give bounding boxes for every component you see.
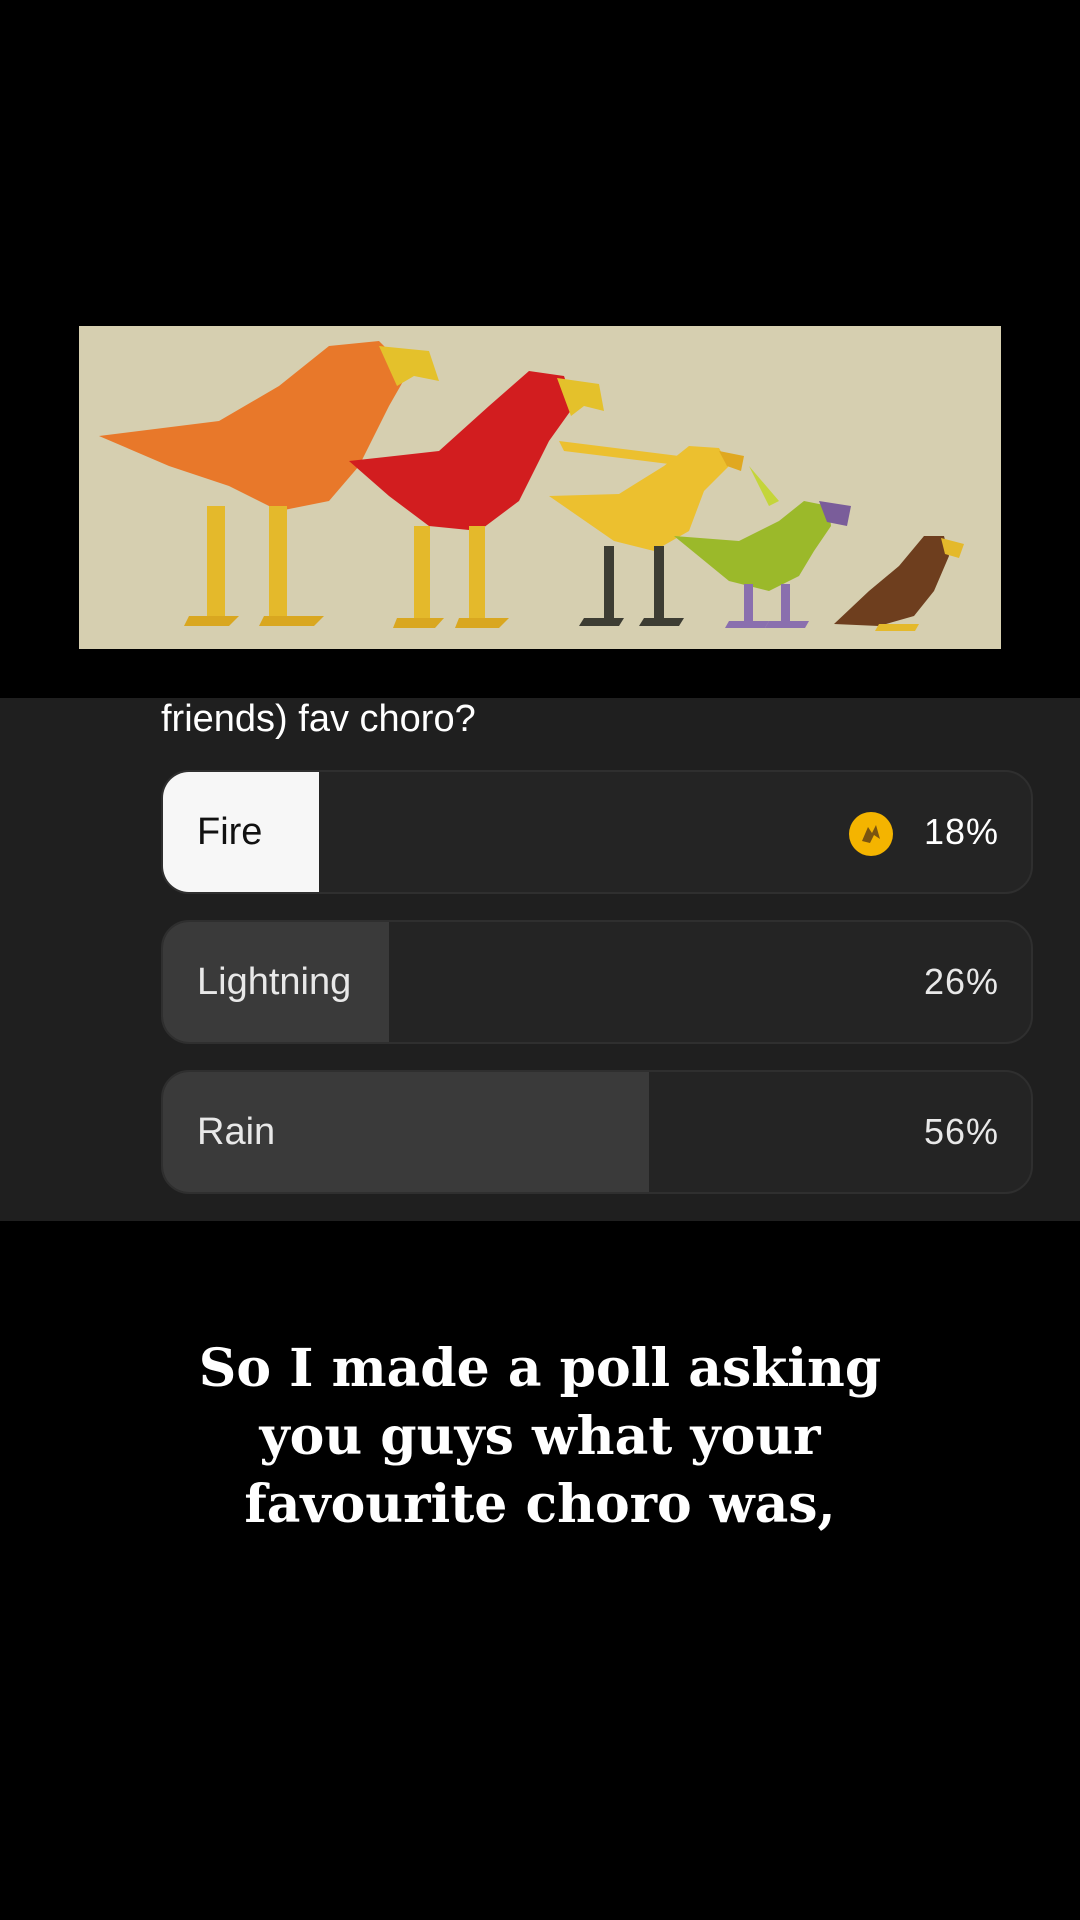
chocobo-banner-image <box>79 326 1001 649</box>
poll-option-percent: 26% <box>923 961 999 1002</box>
poll-question: friends) fav choro? <box>161 698 476 740</box>
voter-avatar-icon <box>849 812 893 856</box>
poll-option-percent: 56% <box>923 1111 999 1152</box>
poll-option-fire[interactable]: Fire 18% <box>161 770 1033 894</box>
caption-line: favourite choro was, <box>244 1474 836 1535</box>
poll-option-percent: 18% <box>923 811 999 852</box>
caption-line: you guys what your <box>259 1406 821 1467</box>
poll-option-label: Lightning <box>197 961 352 1003</box>
chocobo-lineup-illustration <box>79 326 1001 649</box>
poll-option-label: Fire <box>197 811 263 853</box>
poll-option-label: Rain <box>197 1111 276 1153</box>
poll-panel: friends) fav choro? Fire 18% Lightning 2… <box>0 698 1080 1221</box>
caption-line: So I made a poll asking <box>198 1338 882 1399</box>
poll-option-lightning[interactable]: Lightning 26% <box>161 920 1033 1044</box>
poll-option-rain[interactable]: Rain 56% <box>161 1070 1033 1194</box>
video-caption: So I made a poll asking you guys what yo… <box>140 1335 940 1539</box>
